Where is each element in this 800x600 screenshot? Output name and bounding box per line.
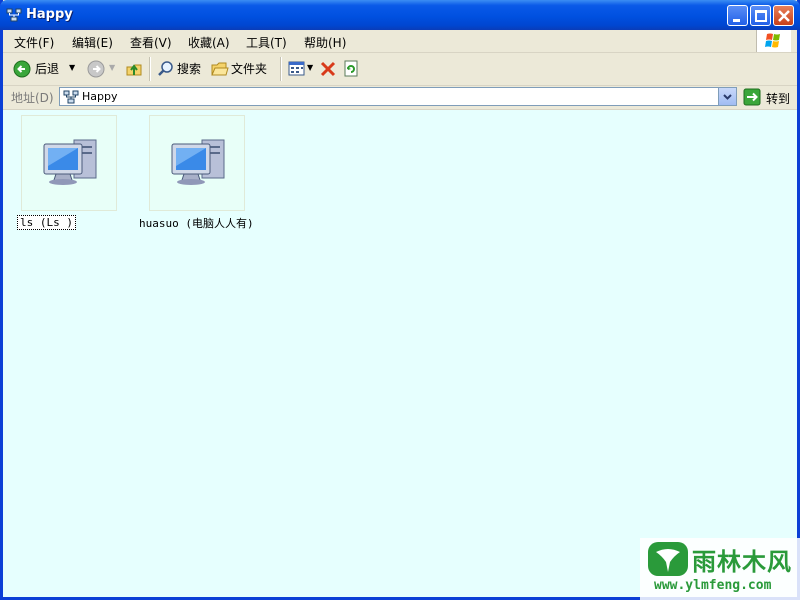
close-icon xyxy=(778,10,790,22)
search-icon xyxy=(158,61,173,76)
item-label: ls (Ls ) xyxy=(17,215,76,230)
toolbar-separator xyxy=(149,57,151,81)
address-dropdown-button[interactable] xyxy=(718,88,736,105)
go-label: 转到 xyxy=(766,92,791,106)
menu-bar: 文件(F) 编辑(E) 查看(V) 收藏(A) 工具(T) 帮助(H) xyxy=(3,30,797,53)
address-value: Happy xyxy=(82,90,118,103)
folder-icon xyxy=(211,62,229,76)
forward-arrow-icon xyxy=(87,60,105,78)
views-icon xyxy=(288,61,305,76)
folders-button[interactable]: 文件夹 xyxy=(209,58,275,80)
toolbar-separator xyxy=(280,57,282,81)
folders-label: 文件夹 xyxy=(231,62,268,76)
title-bar[interactable]: Happy xyxy=(0,0,800,30)
views-button[interactable]: ▼ xyxy=(287,58,315,80)
watermark-url: www.ylmfeng.com xyxy=(654,578,772,593)
delete-icon[interactable] xyxy=(319,60,337,78)
item-thumbnail xyxy=(149,115,245,211)
menu-favorites[interactable]: 收藏(A) xyxy=(188,34,230,51)
search-label: 搜索 xyxy=(177,62,202,76)
menu-tools[interactable]: 工具(T) xyxy=(246,34,287,51)
back-label: 后退 xyxy=(35,62,60,76)
back-button[interactable]: 后退 ▼ xyxy=(11,58,79,80)
close-button[interactable] xyxy=(773,5,794,26)
menu-file[interactable]: 文件(F) xyxy=(14,34,54,51)
computer-icon xyxy=(43,139,97,185)
go-button[interactable]: 转到 xyxy=(743,88,795,107)
search-button[interactable]: 搜索 xyxy=(155,58,205,80)
minimize-button[interactable] xyxy=(727,5,748,26)
address-input[interactable]: Happy xyxy=(59,87,737,106)
maximize-icon xyxy=(755,10,767,22)
up-folder-icon[interactable] xyxy=(125,59,143,79)
forward-dropdown-icon[interactable]: ▼ xyxy=(109,63,115,72)
menu-help[interactable]: 帮助(H) xyxy=(304,34,346,51)
item-thumbnail xyxy=(21,115,117,211)
address-label: 地址(D) xyxy=(11,91,54,105)
computer-icon xyxy=(171,139,225,185)
maximize-button[interactable] xyxy=(750,5,771,26)
back-arrow-icon xyxy=(13,60,31,78)
brand-logo-icon xyxy=(648,542,688,576)
toolbar: 后退 ▼ ▼ 搜索 文件夹 ▼ xyxy=(3,53,797,86)
explorer-window: Happy 文件(F) 编辑(E) 查看(V) 收藏(A) 工具(T) 帮助(H… xyxy=(0,0,800,600)
chevron-down-icon xyxy=(723,94,732,100)
item-label: huasuo (电脑人人有) xyxy=(139,217,254,230)
window-title: Happy xyxy=(26,7,73,22)
watermark-brand: 雨林木风 xyxy=(692,548,792,576)
views-dropdown-icon: ▼ xyxy=(307,63,314,72)
windows-flag-icon xyxy=(765,33,780,48)
refresh-icon[interactable] xyxy=(343,60,359,78)
address-bar: 地址(D) Happy 转到 xyxy=(3,86,797,110)
menu-view[interactable]: 查看(V) xyxy=(130,34,172,51)
menu-edit[interactable]: 编辑(E) xyxy=(72,34,113,51)
network-icon xyxy=(6,8,22,22)
watermark: 雨林木风 www.ylmfeng.com xyxy=(640,538,800,600)
go-arrow-icon xyxy=(743,88,761,106)
network-icon xyxy=(63,90,79,104)
minimize-icon xyxy=(733,19,740,22)
forward-button[interactable]: ▼ xyxy=(85,58,121,80)
file-list-area[interactable]: ls (Ls ) huasuo (电脑人人有) xyxy=(3,110,797,597)
back-dropdown-icon[interactable]: ▼ xyxy=(69,63,75,72)
windows-logo xyxy=(756,30,791,52)
